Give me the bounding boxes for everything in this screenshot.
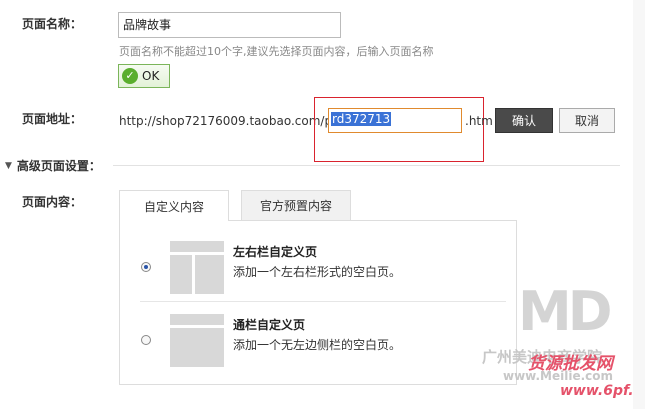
tab-official-preset[interactable]: 官方预置内容 xyxy=(241,190,351,221)
advanced-settings-toggle[interactable]: ▼ 高级页面设置： xyxy=(5,157,101,174)
page-content-label: 页面内容： xyxy=(22,195,83,209)
radio-left-right-layout[interactable] xyxy=(141,262,151,272)
page-url-label: 页面地址： xyxy=(22,112,83,126)
option-title: 通栏自定义页 xyxy=(233,318,306,332)
advanced-settings-label: 高级页面设置： xyxy=(16,159,101,173)
confirm-button[interactable]: 确认 xyxy=(495,108,553,133)
page-url-suffix: .htm xyxy=(465,114,493,128)
radio-full-width-layout[interactable] xyxy=(141,335,151,345)
full-width-layout-icon xyxy=(170,314,224,367)
page-url-input[interactable]: rd372713 xyxy=(328,108,462,133)
ok-label: OK xyxy=(142,69,160,83)
option-divider xyxy=(140,301,506,302)
page-name-label: 页面名称： xyxy=(22,17,83,31)
option-title: 左右栏自定义页 xyxy=(233,245,318,259)
page-url-selected-text: rd372713 xyxy=(331,112,392,126)
tab-custom-content[interactable]: 自定义内容 xyxy=(119,190,229,221)
watermark-logo: MD xyxy=(518,280,613,343)
page-name-hint: 页面名称不能超过10个字,建议先选择页面内容，后输入页面名称 xyxy=(119,45,434,58)
watermark-text: 货源批发网 xyxy=(528,354,613,374)
check-icon: ✓ xyxy=(122,68,138,84)
page-name-input[interactable]: 品牌故事 xyxy=(118,12,341,38)
ok-status-badge: ✓ OK xyxy=(118,64,170,88)
divider xyxy=(113,165,620,166)
scroll-edge xyxy=(633,0,645,409)
option-desc: 添加一个无左边侧栏的空白页。 xyxy=(233,338,402,352)
option-desc: 添加一个左右栏形式的空白页。 xyxy=(233,265,402,279)
page-url-prefix: http://shop72176009.taobao.com/p/ xyxy=(119,114,337,128)
triangle-down-icon: ▼ xyxy=(5,160,12,171)
left-right-layout-icon xyxy=(170,241,224,294)
cancel-button[interactable]: 取消 xyxy=(559,108,615,133)
